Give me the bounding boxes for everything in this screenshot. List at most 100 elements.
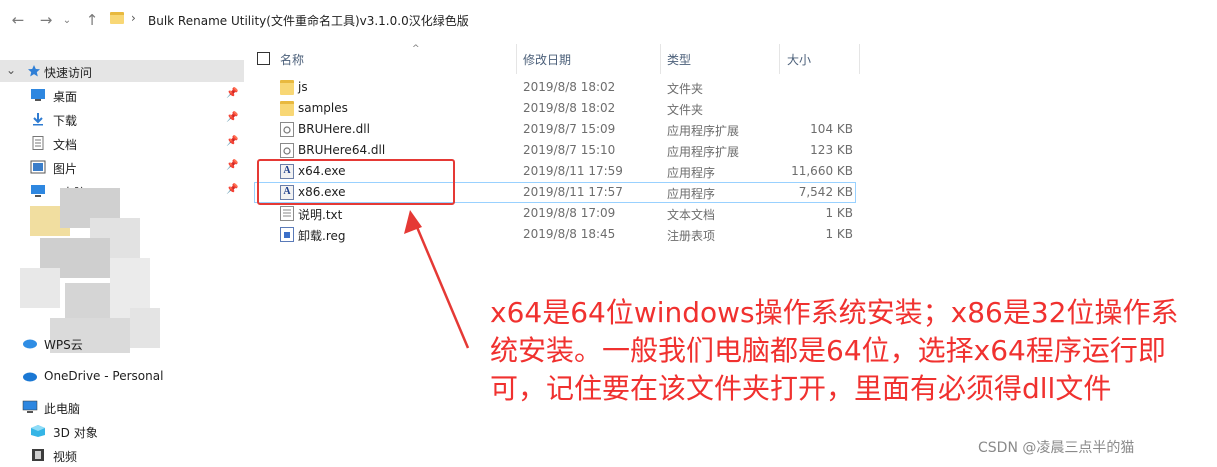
forward-arrow-icon[interactable]: → [36,10,56,30]
column-header-date[interactable]: 修改日期 [517,44,660,74]
file-type: 文件夹 [667,82,704,96]
sidebar-item-label: WPS云 [44,338,83,352]
txt-icon [280,206,294,221]
file-type: 文本文档 [667,208,716,222]
file-date: 2019/8/8 18:02 [523,101,616,115]
dll-icon [280,122,294,137]
pin-icon: 📌 [226,112,239,123]
column-header-size[interactable]: 大小 [781,44,859,74]
file-name: js [298,80,308,94]
onedrive-cloud-icon [22,369,38,383]
file-date: 2019/8/8 17:09 [523,206,616,220]
document-icon [30,136,46,150]
file-size: 1 KB [825,206,853,220]
file-type: 注册表项 [667,229,716,243]
sidebar-item-label: 桌面 [53,90,78,104]
file-name: BRUHere64.dll [298,143,386,157]
column-header-label: 修改日期 [523,52,572,67]
folder-icon [110,12,124,24]
sidebar-item-pictures[interactable]: 图片 📌 [0,156,244,178]
file-name: 说明.txt [298,208,343,222]
file-row-readme-txt[interactable]: 说明.txt 2019/8/8 17:09 文本文档 1 KB [254,203,856,224]
recent-locations-chevron-icon[interactable]: ⌄ [60,10,74,30]
sidebar-item-label: 视频 [53,450,78,464]
file-size: 104 KB [810,122,853,136]
file-type: 应用程序 [667,166,716,180]
sidebar-item-label: 图片 [53,162,78,176]
file-date: 2019/8/8 18:45 [523,227,616,241]
sidebar-item-label: 文档 [53,138,78,152]
cloud-icon [22,336,38,350]
sidebar-item-downloads[interactable]: 下载 📌 [0,108,244,130]
sidebar-item-onedrive[interactable]: OneDrive - Personal [0,365,244,387]
breadcrumb-path[interactable]: Bulk Rename Utility(文件重命名工具)v3.1.0.0汉化绿色… [148,12,469,29]
sidebar-item-label: 下载 [53,114,78,128]
path-separator-icon[interactable]: › [131,11,136,25]
file-name: BRUHere.dll [298,122,370,136]
column-header-name[interactable]: 名称 ^ [274,44,516,74]
pin-icon: 📌 [226,88,239,99]
file-type: 应用程序扩展 [667,124,740,138]
pin-icon: 📌 [226,136,239,147]
file-date: 2019/8/11 17:57 [523,185,623,199]
file-name: samples [298,101,348,115]
reg-icon [280,227,294,242]
star-icon [27,64,43,78]
file-size: 1 KB [825,227,853,241]
highlight-box [257,159,455,205]
sidebar-item-label: 此电脑 [44,402,81,416]
select-all-checkbox[interactable] [257,52,270,65]
folder-icon [280,80,294,95]
file-date: 2019/8/8 18:02 [523,80,616,94]
navigation-pane: ⌄ 快速访问 桌面 📌 下载 📌 文档 📌 图片 📌 电脑 📌 [0,40,244,467]
sidebar-item-label: 快速访问 [44,66,93,80]
file-row-uninstall-reg[interactable]: 卸载.reg 2019/8/8 18:45 注册表项 1 KB [254,224,856,245]
sidebar-item-this-pc[interactable]: 此电脑 [0,396,244,418]
desktop-icon [30,88,46,102]
column-header-label: 类型 [667,52,692,67]
file-date: 2019/8/7 15:09 [523,122,616,136]
file-type: 文件夹 [667,103,704,117]
sidebar-item-label: OneDrive - Personal [44,369,164,383]
column-divider[interactable] [859,44,860,74]
sidebar-item-label: 3D 对象 [53,426,98,440]
file-date: 2019/8/11 17:59 [523,164,623,178]
file-row-js[interactable]: js 2019/8/8 18:02 文件夹 [254,77,856,98]
file-size: 11,660 KB [791,164,853,178]
file-row-samples[interactable]: samples 2019/8/8 18:02 文件夹 [254,98,856,119]
file-size: 7,542 KB [798,185,853,199]
file-row-bruhere64-dll[interactable]: BRUHere64.dll 2019/8/7 15:10 应用程序扩展 123 … [254,140,856,161]
picture-icon [30,160,46,174]
address-bar: ← → ⌄ ↑ › Bulk Rename Utility(文件重命名工具)v3… [0,0,1217,40]
dll-icon [280,143,294,158]
chevron-down-icon[interactable]: ⌄ [6,63,16,77]
file-type: 应用程序 [667,187,716,201]
sidebar-item-wps-cloud[interactable]: WPS云 [0,332,244,354]
folder-icon [280,101,294,116]
pin-icon: 📌 [226,184,239,195]
sidebar-item-3d-objects[interactable]: 3D 对象 [0,420,244,442]
computer-icon [22,400,38,414]
film-icon [30,448,46,462]
file-type: 应用程序扩展 [667,145,740,159]
column-divider[interactable] [779,44,780,74]
column-header-label: 名称 [280,52,305,67]
column-header-type[interactable]: 类型 [661,44,779,74]
sidebar-item-videos[interactable]: 视频 [0,444,244,466]
file-date: 2019/8/7 15:10 [523,143,616,157]
back-arrow-icon[interactable]: ← [8,10,28,30]
sidebar-item-documents[interactable]: 文档 📌 [0,132,244,154]
file-row-bruhere-dll[interactable]: BRUHere.dll 2019/8/7 15:09 应用程序扩展 104 KB [254,119,856,140]
file-size: 123 KB [810,143,853,157]
file-name: 卸载.reg [298,229,346,243]
sort-ascending-icon: ^ [412,44,420,54]
annotation-text: x64是64位windows操作系统安装；x86是32位操作系统安装。一般我们电… [490,296,1179,405]
sidebar-item-quick-access[interactable]: ⌄ 快速访问 [0,60,244,82]
pin-icon: 📌 [226,160,239,171]
watermark: CSDN @凌晨三点半的猫 [978,440,1135,456]
cube-icon [30,424,46,438]
up-arrow-icon[interactable]: ↑ [82,10,102,30]
download-icon [30,112,46,126]
sidebar-item-desktop[interactable]: 桌面 📌 [0,84,244,106]
column-header-label: 大小 [787,52,812,67]
